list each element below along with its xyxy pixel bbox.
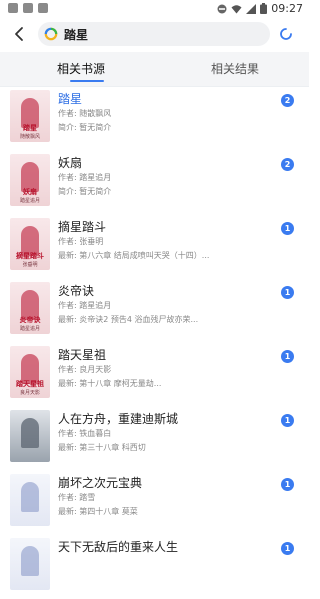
book-title: 踏天星祖	[58, 348, 107, 362]
book-author: 作者: 踏雪	[58, 493, 96, 502]
cover-art	[21, 418, 39, 448]
loading-spinner-icon	[280, 28, 292, 40]
book-cover	[10, 410, 50, 462]
source-count-badge: 1	[281, 350, 294, 363]
notification-icon	[23, 3, 33, 13]
book-author: 作者: 良月天影	[58, 365, 112, 374]
book-title: 人在方舟，重建迪斯城	[58, 412, 179, 426]
status-bar: 09:27	[0, 0, 309, 18]
signal-icon	[246, 3, 257, 14]
cover-title: 炎帝诀	[19, 316, 41, 324]
source-count-badge: 2	[281, 158, 294, 171]
book-list-item[interactable]: 踏星 随散飘风 踏星 作者: 随散飘风 简介: 暂无简介 2	[0, 87, 309, 151]
search-logo-icon	[44, 27, 58, 41]
notification-icon	[8, 3, 18, 13]
tab-bar: 相关书源 相关结果	[0, 52, 309, 87]
book-latest-chapter: 最新: 第八六章 结局成喷叫天哭（十四）...	[58, 251, 210, 260]
book-cover	[10, 474, 50, 526]
book-latest-chapter: 最新: 第四十八章 莫菜	[58, 507, 138, 516]
book-list-item[interactable]: 踏天星祖 良月天影 踏天星祖 作者: 良月天影 最新: 第十八章 摩柯无量劫... 1	[0, 343, 309, 407]
book-author: 作者: 踏星追月	[58, 173, 112, 182]
source-count-badge: 1	[281, 542, 294, 555]
source-count-badge: 1	[281, 478, 294, 491]
search-input[interactable]: 踏星	[38, 22, 270, 46]
back-arrow-icon[interactable]	[10, 24, 30, 44]
book-title: 天下无敌后的重来人生	[58, 540, 179, 554]
book-cover: 踏星 随散飘风	[10, 90, 50, 142]
tab-related-results[interactable]: 相关结果	[211, 60, 259, 77]
cover-title: 摘星踏斗	[16, 252, 44, 260]
book-list-item[interactable]: 天下无敌后的重来人生 1	[0, 535, 309, 599]
cover-title: 妖扇	[23, 188, 37, 196]
source-count-badge: 1	[281, 414, 294, 427]
tab-related-sources[interactable]: 相关书源	[57, 60, 105, 77]
book-list: 踏星 随散飘风 踏星 作者: 随散飘风 简介: 暂无简介 2 妖扇 踏星追月 妖扇 作者: 踏星追…	[0, 87, 309, 599]
book-title: 踏星	[58, 92, 83, 106]
book-cover: 妖扇 踏星追月	[10, 154, 50, 206]
clock: 09:27	[271, 2, 303, 15]
book-title: 妖扇	[58, 156, 83, 170]
book-cover: 摘星踏斗 张垂明	[10, 218, 50, 270]
source-count-badge: 2	[281, 94, 294, 107]
book-list-item[interactable]: 人在方舟，重建迪斯城作者: 铁血暮白最新: 第三十八章 科西切 1	[0, 407, 309, 471]
book-title: 摘星踏斗	[58, 220, 107, 234]
source-count-badge: 1	[281, 286, 294, 299]
search-header: 踏星	[0, 18, 309, 52]
source-count-badge: 1	[281, 222, 294, 235]
active-tab-indicator	[70, 80, 104, 82]
wifi-icon	[231, 4, 242, 13]
system-icons: 09:27	[217, 2, 303, 15]
book-title: 炎帝诀	[58, 284, 95, 298]
book-latest-chapter: 最新: 炎帝诀2 预告4 浴血残尸故亦荣...	[58, 315, 199, 324]
battery-icon	[260, 3, 268, 14]
book-author: 作者: 踏星追月	[58, 301, 112, 310]
cover-subtitle: 良月天影	[19, 390, 40, 396]
book-title: 崩坏之次元宝典	[58, 476, 143, 490]
dnd-icon	[217, 4, 227, 13]
book-list-item[interactable]: 妖扇 踏星追月 妖扇 作者: 踏星追月 简介: 暂无简介 2	[0, 151, 309, 215]
cover-subtitle: 踏星追月	[19, 198, 40, 204]
book-latest-chapter: 最新: 第十八章 摩柯无量劫...	[58, 379, 162, 388]
book-latest-chapter: 简介: 暂无简介	[58, 187, 112, 196]
book-author: 作者: 随散飘风	[58, 109, 112, 118]
book-cover: 踏天星祖 良月天影	[10, 346, 50, 398]
book-author: 作者: 铁血暮白	[58, 429, 112, 438]
cover-title: 踏天星祖	[16, 380, 44, 388]
search-query: 踏星	[64, 28, 89, 42]
cover-subtitle: 踏星追月	[19, 326, 40, 332]
cover-title: 踏星	[23, 124, 37, 132]
book-list-item[interactable]: 摘星踏斗 张垂明 摘星踏斗 作者: 张垂明 最新: 第八六章 结局成喷叫天哭（十四）..…	[0, 215, 309, 279]
book-latest-chapter: 最新: 第三十八章 科西切	[58, 443, 146, 452]
book-latest-chapter: 简介: 暂无简介	[58, 123, 112, 132]
cover-art	[21, 482, 39, 512]
notification-icon	[38, 3, 48, 13]
cover-art	[21, 546, 39, 576]
book-author: 作者: 张垂明	[58, 237, 104, 246]
book-cover: 炎帝诀 踏星追月	[10, 282, 50, 334]
notification-icons	[8, 3, 48, 13]
book-list-item[interactable]: 炎帝诀 踏星追月 炎帝诀 作者: 踏星追月 最新: 炎帝诀2 预告4 浴血残尸故亦荣..…	[0, 279, 309, 343]
cover-subtitle: 张垂明	[22, 262, 38, 268]
cover-subtitle: 随散飘风	[19, 134, 40, 140]
book-cover	[10, 538, 50, 590]
book-list-item[interactable]: 崩坏之次元宝典作者: 踏雪最新: 第四十八章 莫菜 1	[0, 471, 309, 535]
